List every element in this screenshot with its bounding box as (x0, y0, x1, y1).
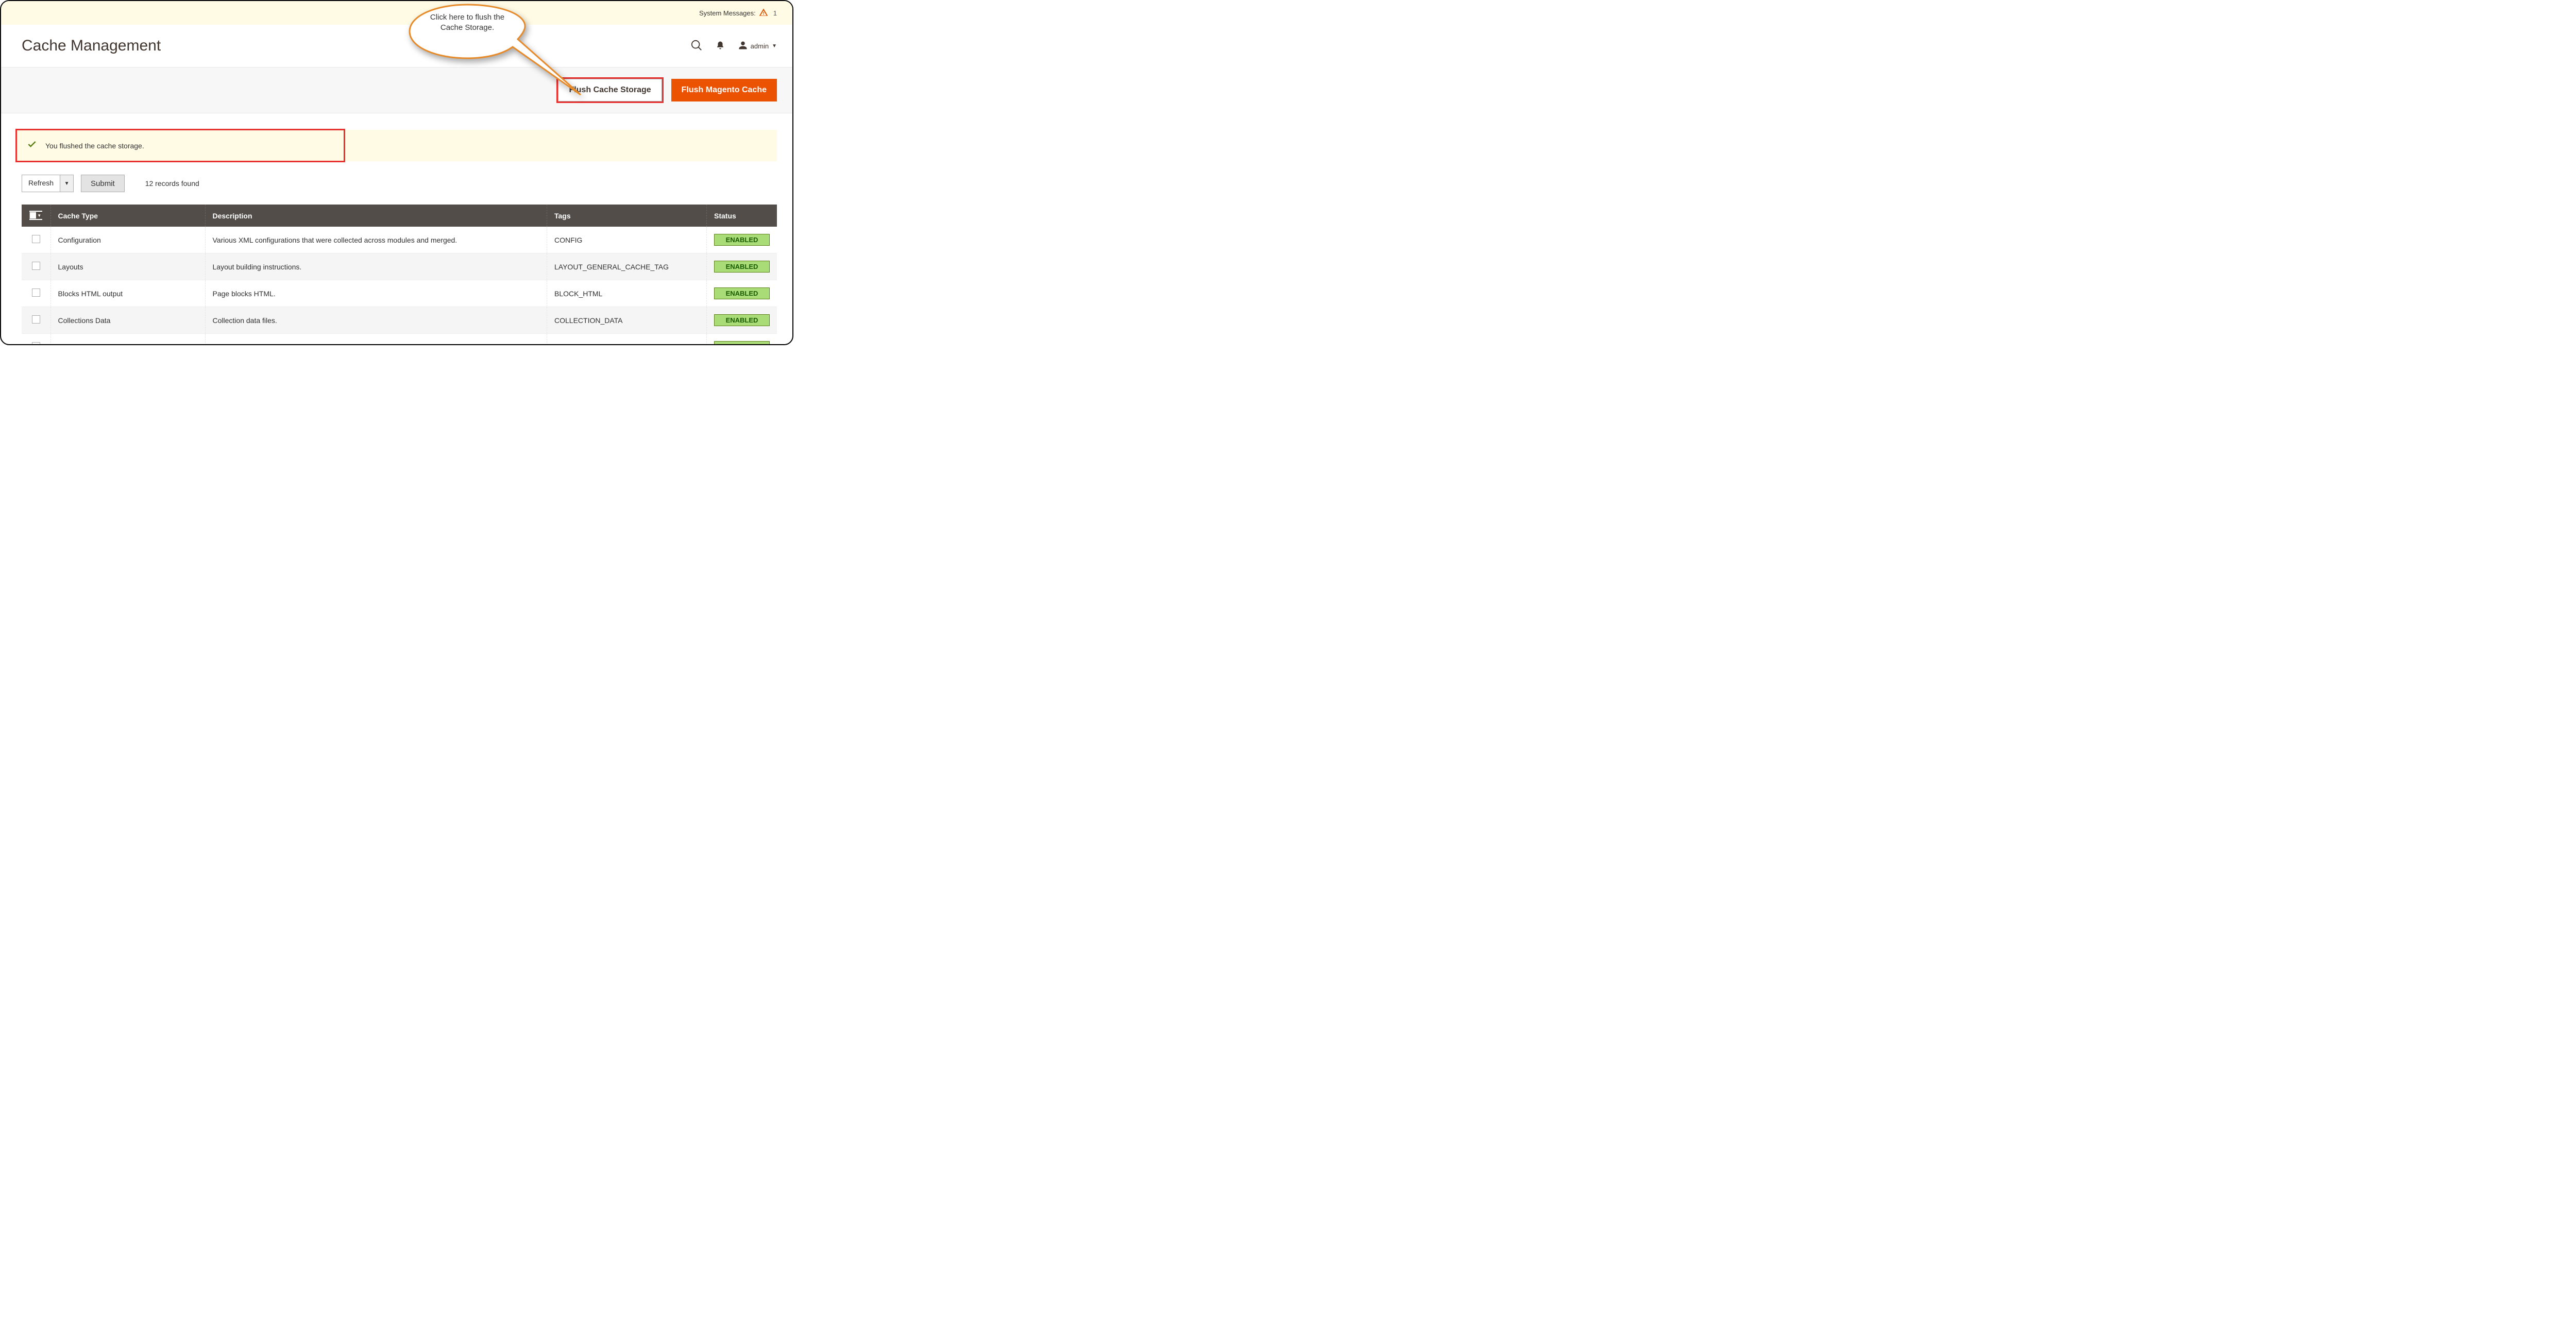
row-checkbox[interactable] (32, 235, 40, 243)
mass-action-label: Refresh (22, 175, 60, 192)
cell-cache-type: Layouts (50, 253, 205, 280)
status-badge: ENABLED (714, 287, 770, 299)
status-badge: ENABLED (714, 341, 770, 345)
cell-tags: CONFIG (547, 227, 707, 253)
column-cache-type[interactable]: Cache Type (50, 205, 205, 227)
chevron-down-icon: ▼ (772, 43, 777, 49)
column-status[interactable]: Status (707, 205, 777, 227)
system-messages-count: 1 (773, 9, 777, 17)
status-badge: ENABLED (714, 314, 770, 326)
status-badge: ENABLED (714, 234, 770, 246)
page-title: Cache Management (22, 37, 161, 55)
cell-description: Page blocks HTML. (205, 280, 547, 307)
table-row[interactable]: Blocks HTML outputPage blocks HTML.BLOCK… (22, 280, 777, 307)
cell-tags: COLLECTION_DATA (547, 307, 707, 334)
cell-cache-type: Configuration (50, 227, 205, 253)
cell-cache-type: Blocks HTML output (50, 280, 205, 307)
cell-description: Layout building instructions. (205, 253, 547, 280)
cell-tags: REFLECTION (547, 334, 707, 346)
admin-account-menu[interactable]: admin ▼ (738, 41, 777, 52)
cell-cache-type: Reflection Data (50, 334, 205, 346)
system-messages-bar[interactable]: System Messages: 1 (1, 1, 792, 25)
cell-cache-type: Collections Data (50, 307, 205, 334)
table-row[interactable]: ConfigurationVarious XML configurations … (22, 227, 777, 253)
column-description[interactable]: Description (205, 205, 547, 227)
warning-icon (759, 8, 768, 19)
cache-grid: ▼ Cache Type Description Tags Status Con… (22, 205, 777, 345)
row-checkbox[interactable] (32, 288, 40, 297)
cell-description: Collection data files. (205, 307, 547, 334)
table-row[interactable]: Collections DataCollection data files.CO… (22, 307, 777, 334)
search-icon[interactable] (691, 40, 702, 53)
cell-tags: BLOCK_HTML (547, 280, 707, 307)
admin-username: admin (751, 42, 769, 50)
row-checkbox[interactable] (32, 315, 40, 324)
submit-button[interactable]: Submit (81, 175, 125, 192)
select-all-dropdown-icon[interactable]: ▼ (36, 212, 42, 219)
select-all-checkbox[interactable] (29, 212, 37, 219)
cell-tags: LAYOUT_GENERAL_CACHE_TAG (547, 253, 707, 280)
flush-cache-storage-button[interactable]: Flush Cache Storage (558, 79, 662, 101)
flush-magento-cache-button[interactable]: Flush Magento Cache (671, 79, 777, 101)
cell-description: API interfaces reflection data. (205, 334, 547, 346)
row-checkbox[interactable] (32, 262, 40, 270)
cell-description: Various XML configurations that were col… (205, 227, 547, 253)
status-badge: ENABLED (714, 261, 770, 273)
table-row[interactable]: Reflection DataAPI interfaces reflection… (22, 334, 777, 346)
success-message-text: You flushed the cache storage. (45, 142, 144, 150)
row-checkbox[interactable] (32, 342, 40, 345)
check-icon (27, 139, 37, 152)
page-actions-bar: Flush Cache Storage Flush Magento Cache (1, 67, 792, 113)
success-message: You flushed the cache storage. (16, 130, 777, 161)
column-tags[interactable]: Tags (547, 205, 707, 227)
table-row[interactable]: LayoutsLayout building instructions.LAYO… (22, 253, 777, 280)
system-messages-label: System Messages: (699, 9, 756, 17)
user-icon (738, 41, 748, 52)
notifications-icon[interactable] (716, 40, 725, 52)
records-found-label: 12 records found (145, 179, 199, 188)
chevron-down-icon: ▼ (60, 175, 73, 192)
select-all-header[interactable]: ▼ (22, 205, 50, 227)
mass-action-select[interactable]: Refresh ▼ (22, 175, 74, 192)
